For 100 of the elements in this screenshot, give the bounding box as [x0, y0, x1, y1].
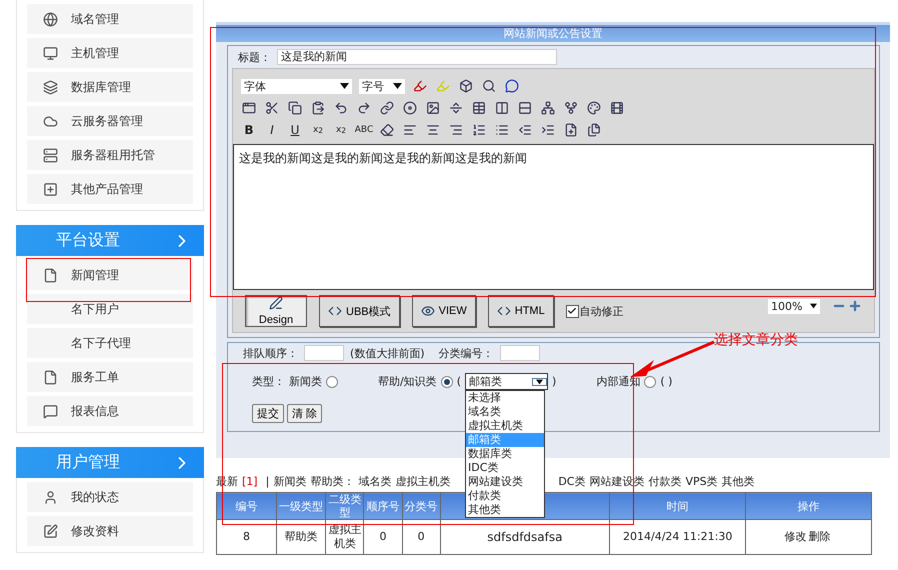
editor-content[interactable]: 这是我的新闻这是我的新闻这是我的新闻这是我的新闻	[233, 144, 874, 290]
menu-item[interactable]: 名下子代理	[27, 328, 193, 358]
eye-icon	[420, 304, 435, 318]
category-link[interactable]: 帮助类：	[310, 474, 354, 488]
column-header: 一级类型	[276, 492, 326, 520]
cloud-icon	[42, 114, 58, 128]
form-button[interactable]: 清 除	[287, 404, 322, 423]
category-label: 分类编号：	[438, 346, 494, 360]
mode-tab[interactable]: Design	[245, 295, 307, 327]
eraser-icon[interactable]	[379, 122, 395, 138]
table-icon[interactable]	[471, 100, 487, 116]
box-icon[interactable]	[458, 78, 474, 94]
bracket-text: )	[552, 375, 556, 388]
title-input[interactable]: 这是我的新闻	[277, 49, 557, 65]
redo-icon[interactable]	[356, 100, 372, 116]
radio-button[interactable]	[440, 376, 453, 388]
image-icon[interactable]	[425, 100, 441, 116]
network-icon[interactable]	[540, 100, 556, 116]
radio-label: 帮助/知识类	[378, 374, 437, 389]
pen-icon	[269, 296, 283, 310]
code-icon	[328, 304, 342, 318]
file-plus-icon[interactable]	[563, 122, 579, 138]
menu-item[interactable]: 主机管理	[27, 38, 193, 68]
menu-item[interactable]: 报表信息	[27, 396, 193, 426]
column-header: 二级类型	[326, 492, 364, 520]
fork-icon[interactable]	[563, 100, 579, 116]
plus-square-icon	[42, 182, 58, 196]
category-link[interactable]: 新闻类	[273, 474, 306, 488]
palette-icon[interactable]	[586, 100, 602, 116]
radio-button[interactable]	[326, 376, 338, 388]
category-link[interactable]: 付款类	[648, 474, 682, 488]
action-link[interactable]: 修改	[784, 530, 807, 543]
menu-item[interactable]: 我的状态	[27, 482, 193, 512]
rows-icon[interactable]	[517, 100, 533, 116]
disc-icon[interactable]	[402, 100, 418, 116]
numbered-list-icon[interactable]	[471, 122, 487, 138]
menu-item[interactable]: 服务工单	[27, 362, 193, 392]
category-link[interactable]: DC类	[558, 474, 586, 488]
link-icon[interactable]	[379, 100, 395, 116]
mode-tab[interactable]: UBB模式	[319, 295, 400, 327]
format-button[interactable]: ABC	[356, 122, 372, 138]
order-hint: (数值大排前面)	[350, 346, 425, 360]
menu-item[interactable]: 云服务器管理	[27, 106, 193, 136]
column-header: 分类号	[402, 492, 440, 520]
type-label: 类型：	[252, 374, 285, 389]
column-header: 编号	[216, 492, 277, 520]
edit-icon	[42, 524, 58, 538]
mode-tab[interactable]: VIEW	[412, 295, 476, 327]
caret-icon	[810, 303, 817, 309]
column-header: 时间	[609, 492, 746, 520]
category-link[interactable]: 域名类	[358, 474, 392, 488]
category-input[interactable]	[500, 345, 540, 361]
window-icon[interactable]	[241, 100, 257, 116]
rule-icon[interactable]	[448, 100, 464, 116]
document-icon	[42, 370, 58, 384]
checkbox[interactable]	[566, 304, 579, 318]
category-link[interactable]: VPS类	[685, 474, 718, 488]
document-icon	[42, 268, 58, 282]
menu-item[interactable]: 域名管理	[27, 4, 193, 34]
zoom-select[interactable]: 100%	[768, 298, 820, 314]
radio-label: 新闻类	[289, 374, 322, 389]
menu-item[interactable]: 其他产品管理	[27, 174, 193, 204]
column-header: 操作	[746, 492, 872, 520]
radio-button[interactable]	[644, 376, 656, 388]
category-link[interactable]: 虚拟主机类	[395, 474, 450, 488]
menu-item[interactable]: 新闻管理	[27, 260, 193, 290]
action-link[interactable]: 删除	[808, 530, 831, 543]
checkbox-label: 自动修正	[580, 304, 624, 318]
zoom-in-icon	[848, 299, 862, 313]
monitor-icon	[42, 46, 58, 60]
count-text: [1]	[242, 474, 258, 488]
caret-icon	[393, 83, 402, 89]
annotation-text: 选择文章分类	[714, 331, 798, 349]
columns-icon[interactable]	[494, 100, 510, 116]
mode-tab[interactable]: HTML	[488, 295, 554, 327]
font-select[interactable]: 字体	[241, 78, 352, 94]
paste-icon[interactable]	[310, 100, 326, 116]
undo-icon[interactable]	[333, 100, 349, 116]
form-button[interactable]: 提交	[252, 404, 284, 423]
menu-item[interactable]: 数据库管理	[27, 72, 193, 102]
cut-icon[interactable]	[264, 100, 280, 116]
menu-item[interactable]: 服务器租用托管	[27, 140, 193, 170]
order-input[interactable]	[304, 345, 344, 361]
film-icon[interactable]	[609, 100, 625, 116]
column-header: 顺序号	[364, 492, 402, 520]
size-select[interactable]: 字号	[359, 78, 405, 94]
menu-item[interactable]: 名下用户	[27, 294, 193, 324]
format-button[interactable]: U	[287, 122, 303, 138]
speech-bubble-icon[interactable]	[504, 78, 520, 94]
files-icon[interactable]	[586, 122, 602, 138]
format-button[interactable]: I	[264, 122, 280, 138]
menu-item[interactable]: 修改资料	[27, 516, 193, 546]
copy-icon[interactable]	[287, 100, 303, 116]
bracket-text: ( )	[660, 375, 672, 388]
format-button[interactable]: B	[241, 122, 257, 138]
user-icon	[42, 490, 58, 504]
bracket-text: (	[456, 375, 462, 388]
check-icon	[567, 306, 578, 316]
title-label: 标题：	[238, 50, 271, 64]
category-link[interactable]: 其他类	[722, 474, 755, 488]
